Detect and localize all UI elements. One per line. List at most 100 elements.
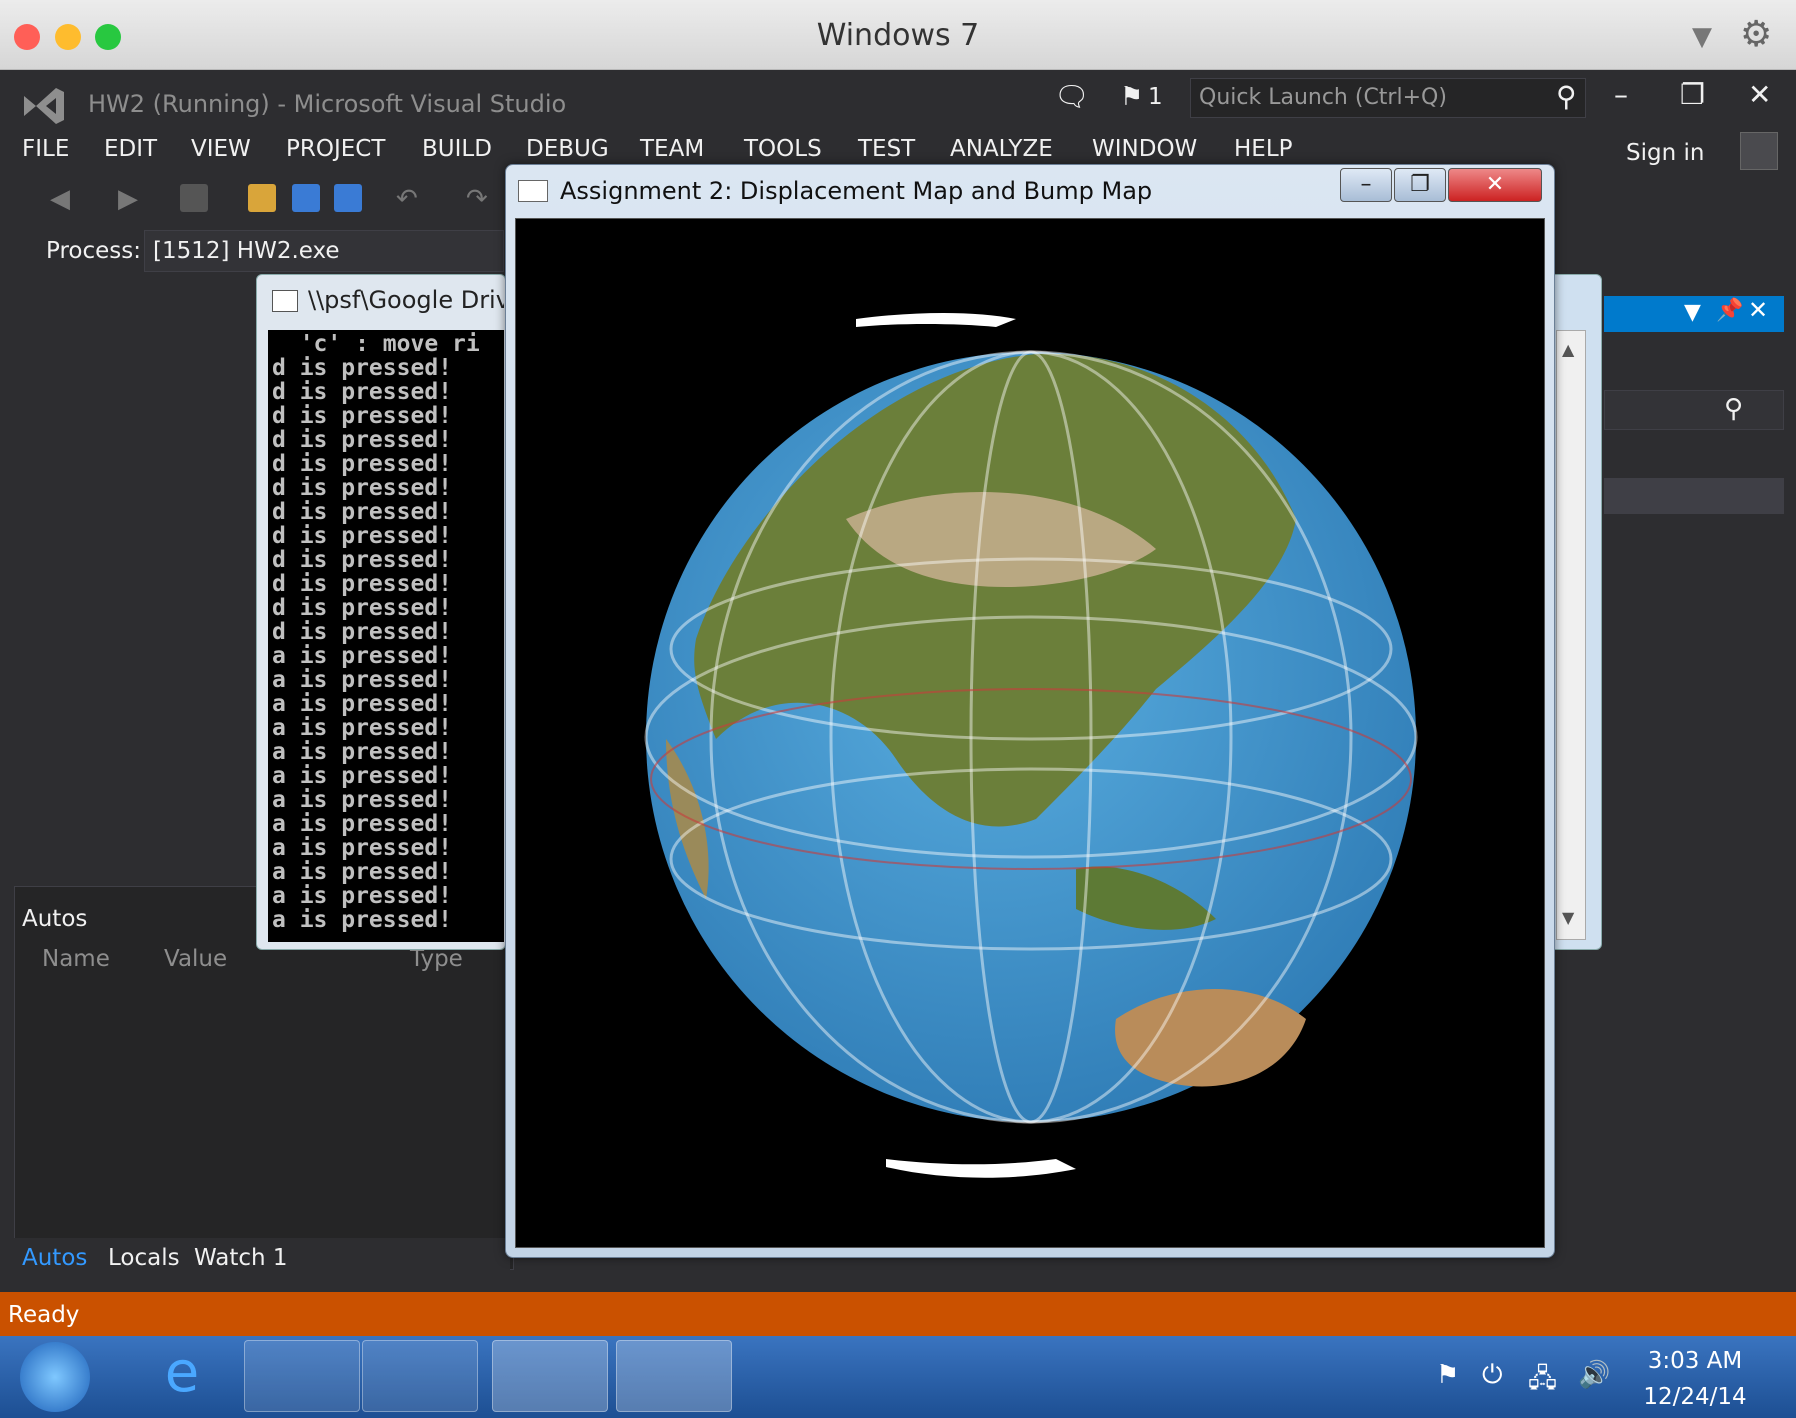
console-line: d is pressed!	[272, 451, 453, 477]
process-label: Process:	[46, 238, 141, 264]
close-icon[interactable]: ✕	[1748, 296, 1768, 324]
column-header-name[interactable]: Name	[42, 946, 110, 972]
quick-launch-input[interactable]: Quick Launch (Ctrl+Q)	[1190, 78, 1586, 118]
console-output: 'c' : move ri d is pressed! d is pressed!…	[268, 330, 504, 942]
file-explorer-icon[interactable]	[244, 1340, 360, 1412]
volume-icon[interactable]: 🔊	[1578, 1360, 1610, 1390]
console-app-icon	[272, 290, 298, 312]
internet-explorer-icon[interactable]: e	[124, 1340, 240, 1412]
scroll-down-icon[interactable]: ▼	[1562, 908, 1574, 927]
notifications-flag-icon[interactable]: ⚑	[1120, 82, 1143, 112]
console-line: a is pressed!	[272, 787, 453, 813]
gl-app-icon	[518, 180, 548, 202]
console-line: a is pressed!	[272, 907, 453, 933]
action-center-flag-icon[interactable]: ⚑	[1436, 1360, 1459, 1390]
network-icon[interactable]: 🖧	[1528, 1360, 1557, 1404]
console-line: a is pressed!	[272, 667, 453, 693]
gl-window-title: Assignment 2: Displacement Map and Bump …	[560, 177, 1153, 205]
tab-watch-1[interactable]: Watch 1	[194, 1245, 288, 1271]
status-text: Ready	[8, 1302, 80, 1328]
vs-title: HW2 (Running) - Microsoft Visual Studio	[88, 90, 567, 118]
avatar[interactable]	[1740, 132, 1778, 170]
solution-search-input[interactable]	[1604, 390, 1784, 430]
gl-canvas[interactable]	[515, 218, 1545, 1248]
console-line: d is pressed!	[272, 547, 453, 573]
menu-build[interactable]: BUILD	[422, 136, 492, 162]
gl-minimize-button[interactable]: –	[1340, 168, 1392, 202]
start-button[interactable]	[20, 1342, 90, 1412]
console-line: a is pressed!	[272, 835, 453, 861]
visual-studio-logo-icon	[24, 88, 64, 124]
back-icon[interactable]: ◀	[50, 184, 78, 214]
clock-time[interactable]: 3:03 AM	[1620, 1348, 1770, 1374]
open-folder-icon[interactable]	[248, 184, 276, 212]
menu-help[interactable]: HELP	[1234, 136, 1293, 162]
column-header-value[interactable]: Value	[164, 946, 227, 972]
console-line: d is pressed!	[272, 523, 453, 549]
gear-icon[interactable]: ⚙	[1740, 14, 1772, 55]
menu-edit[interactable]: EDIT	[104, 136, 157, 162]
feedback-icon[interactable]: 🗨	[1054, 80, 1090, 113]
vs-restore-button[interactable]: ❐	[1680, 78, 1705, 111]
visual-studio-taskbar-icon[interactable]	[492, 1340, 608, 1412]
notifications-count: 1	[1148, 84, 1163, 110]
undo-icon[interactable]: ↶	[396, 184, 424, 214]
menu-file[interactable]: FILE	[22, 136, 69, 162]
process-select[interactable]: [1512] HW2.exe	[144, 230, 504, 272]
north-pole-cap	[856, 313, 1016, 327]
menu-tools[interactable]: TOOLS	[744, 136, 822, 162]
status-bar	[0, 1292, 1796, 1336]
new-project-icon[interactable]	[180, 184, 208, 212]
menu-analyze[interactable]: ANALYZE	[950, 136, 1053, 162]
console-line: a is pressed!	[272, 691, 453, 717]
console-line: d is pressed!	[272, 571, 453, 597]
console-line: d is pressed!	[272, 595, 453, 621]
console-line: d is pressed!	[272, 355, 453, 381]
gl-close-button[interactable]: ✕	[1448, 168, 1542, 202]
selected-tree-item[interactable]	[1604, 478, 1784, 514]
redo-icon[interactable]: ↷	[466, 184, 494, 214]
console-line: a is pressed!	[272, 883, 453, 909]
power-icon[interactable]: ⏻	[1482, 1360, 1503, 1391]
menu-test[interactable]: TEST	[858, 136, 915, 162]
menu-debug[interactable]: DEBUG	[526, 136, 609, 162]
scrollbar[interactable]	[1556, 330, 1586, 940]
media-player-icon[interactable]	[362, 1340, 478, 1412]
console-line: a is pressed!	[272, 715, 453, 741]
window-title: Windows 7	[816, 18, 980, 53]
console-line: a is pressed!	[272, 811, 453, 837]
console-taskbar-icon[interactable]	[616, 1340, 732, 1412]
autos-title: Autos	[22, 906, 88, 932]
dropdown-arrow-icon[interactable]: ▼	[1692, 22, 1712, 52]
menu-view[interactable]: VIEW	[191, 136, 251, 162]
pin-icon[interactable]: 📌	[1716, 298, 1743, 323]
console-line: 'c' : move ri	[272, 331, 480, 357]
sign-in-link[interactable]: Sign in	[1626, 140, 1704, 166]
tab-autos[interactable]: Autos	[22, 1245, 87, 1271]
console-line: d is pressed!	[272, 427, 453, 453]
search-icon[interactable]: ⚲	[1556, 80, 1577, 113]
vs-minimize-button[interactable]: –	[1614, 78, 1628, 111]
globe-render	[644, 313, 1418, 1178]
console-line: d is pressed!	[272, 475, 453, 501]
console-line: d is pressed!	[272, 499, 453, 525]
menu-team[interactable]: TEAM	[640, 136, 704, 162]
menu-window[interactable]: WINDOW	[1092, 136, 1197, 162]
gl-maximize-button[interactable]: ❐	[1394, 168, 1446, 202]
save-icon[interactable]	[292, 184, 320, 212]
forward-icon[interactable]: ▶	[118, 184, 146, 214]
south-pole-cap	[886, 1159, 1076, 1178]
console-line: d is pressed!	[272, 619, 453, 645]
console-line: a is pressed!	[272, 739, 453, 765]
dropdown-arrow-icon[interactable]: ▼	[1684, 300, 1701, 325]
scroll-up-icon[interactable]: ▲	[1562, 340, 1574, 359]
tab-locals[interactable]: Locals	[108, 1245, 180, 1271]
save-all-icon[interactable]	[334, 184, 362, 212]
console-line: a is pressed!	[272, 859, 453, 885]
console-title: \\psf\Google Drive	[308, 286, 504, 314]
vs-close-button[interactable]: ✕	[1748, 78, 1771, 111]
clock-date[interactable]: 12/24/14	[1620, 1384, 1770, 1410]
search-icon[interactable]: ⚲	[1724, 394, 1743, 424]
console-line: a is pressed!	[272, 763, 453, 789]
menu-project[interactable]: PROJECT	[286, 136, 385, 162]
